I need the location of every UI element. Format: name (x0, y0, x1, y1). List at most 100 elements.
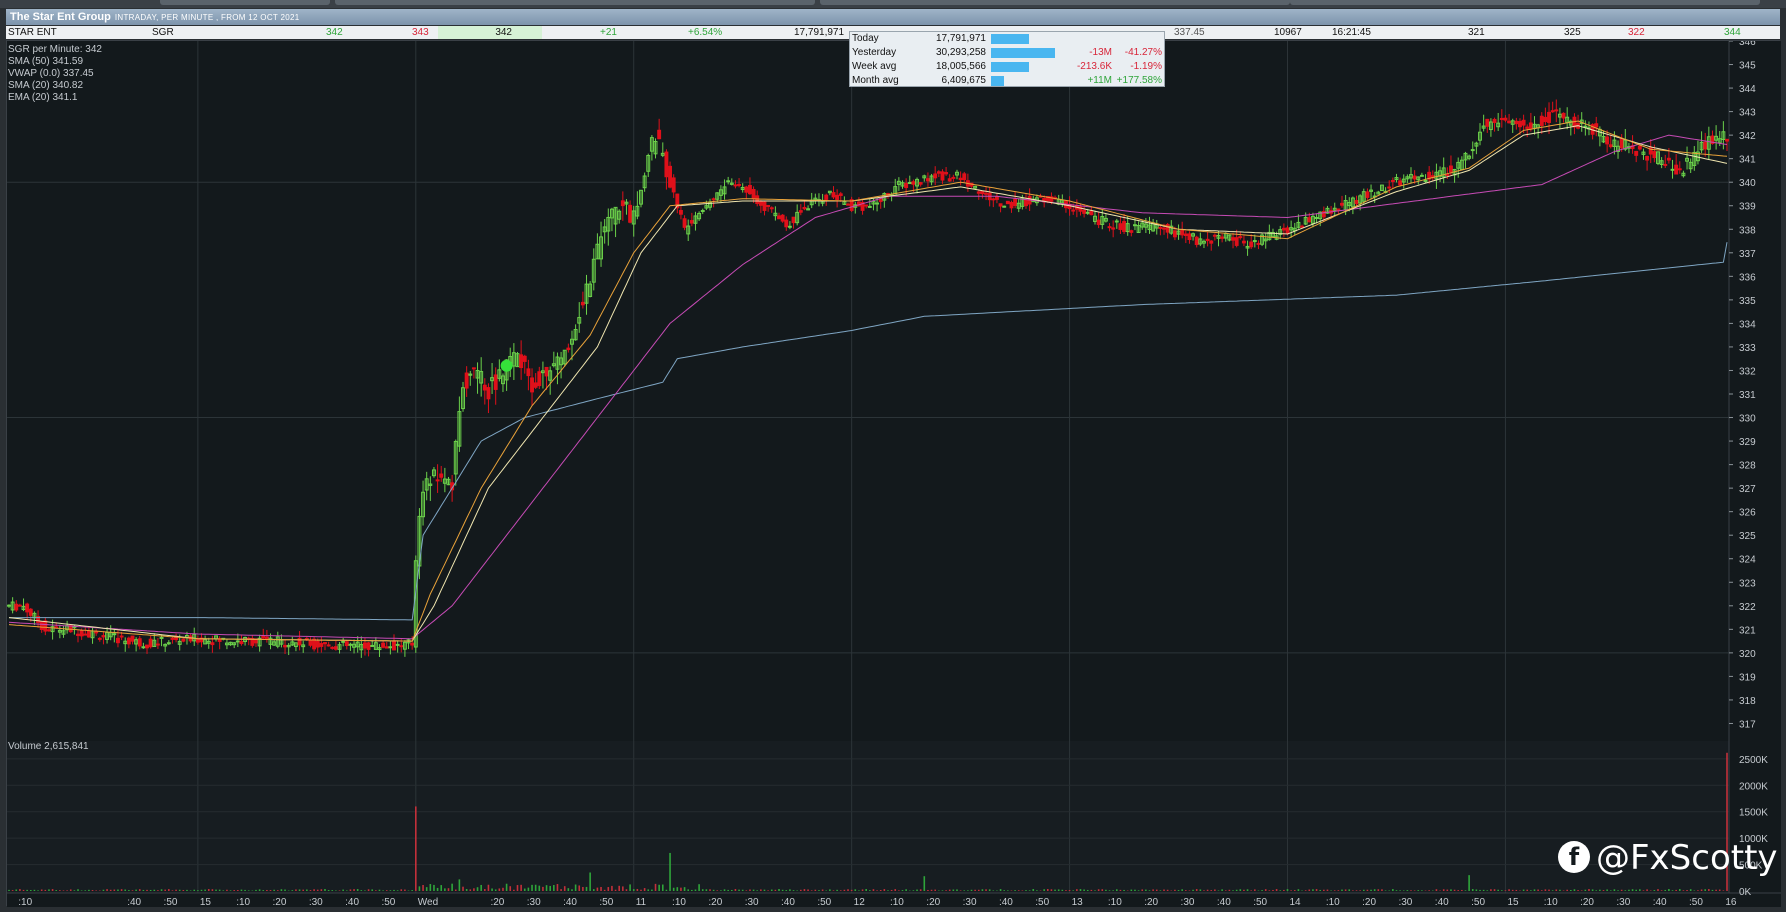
candle-body (97, 637, 102, 640)
volume-bar (1323, 889, 1325, 891)
volume-bar (1043, 889, 1045, 891)
quote-high: 325 (1564, 27, 1581, 38)
volume-bar (1279, 890, 1282, 891)
volume-bar (1497, 889, 1499, 891)
window-title-bar[interactable]: The Star Ent Group INTRADAY, PER MINUTE ,… (6, 9, 1780, 25)
volume-bar (858, 890, 860, 891)
volume-bar (1290, 890, 1292, 891)
volume-bar (494, 889, 497, 891)
candle-body (798, 210, 803, 213)
window-title: The Star Ent Group (10, 11, 111, 23)
volume-bar (1599, 889, 1601, 891)
volume-bar (538, 885, 541, 891)
candle-body (1663, 163, 1668, 166)
volume-bar (556, 884, 559, 891)
chart-panel[interactable]: 317 318 319 320 321 322 323 324 325 326 327 328 329 3… (6, 40, 1781, 907)
volume-bar (916, 889, 918, 891)
candle-body (1009, 201, 1014, 209)
volume-bar (418, 886, 421, 891)
time-tick-label: :30 (963, 897, 977, 907)
volume-bar (1119, 889, 1122, 891)
volume-bar (694, 889, 697, 891)
candle-body (1285, 227, 1290, 235)
candle-body (1071, 209, 1076, 212)
candle-body (1158, 226, 1163, 229)
volume-bar (491, 888, 493, 891)
volume-bar (1239, 889, 1242, 891)
volume-bar (676, 887, 679, 891)
volume-bar (1540, 890, 1543, 891)
volume-bar (1446, 889, 1449, 891)
volume-bar (592, 889, 595, 891)
volume-bar (1221, 889, 1223, 891)
time-tick-label: :50 (164, 897, 178, 907)
window-tab[interactable] (160, 0, 330, 5)
candle-body (947, 178, 952, 182)
volume-bar (534, 884, 537, 891)
candle-body (918, 182, 923, 185)
time-tick-label: :40 (345, 897, 359, 907)
volume-tick-label: 2000K (1739, 781, 1768, 792)
volume-bar (879, 889, 882, 891)
volume-bar (865, 888, 867, 891)
volume-bar (1359, 890, 1361, 891)
window-tab[interactable] (820, 0, 1290, 5)
volume-bar (589, 872, 591, 891)
price-volume-chart[interactable]: 317 318 319 320 321 322 323 324 325 326 327 328 329 3… (7, 41, 1781, 907)
volume-bar (1108, 890, 1111, 891)
volume-bar (527, 887, 530, 891)
volume-bar (1628, 889, 1630, 891)
volume-bar (810, 890, 813, 891)
volume-bar (1384, 890, 1387, 891)
volume-bar (197, 890, 199, 891)
window-tab[interactable] (335, 0, 815, 5)
volume-row-value: 18,005,566 (935, 61, 986, 72)
volume-bar (1508, 889, 1510, 891)
volume-row-pct: +177.58% (1116, 75, 1162, 86)
volume-bar (545, 885, 548, 891)
volume-bar (1533, 889, 1536, 891)
volume-bar (1333, 890, 1336, 891)
volume-bar (912, 890, 915, 891)
candle-body (1013, 198, 1018, 206)
volume-bar (883, 889, 886, 891)
candle-body (1085, 211, 1090, 214)
candle-body (838, 193, 843, 196)
volume-bar (1671, 890, 1674, 891)
volume-bar (222, 890, 225, 891)
legend-sma20: SMA (20) 340.82 (8, 80, 84, 91)
candle-body (944, 172, 949, 175)
volume-bar (1660, 890, 1663, 891)
volume-bar (15, 889, 18, 891)
volume-bar (574, 884, 577, 891)
candle-body (1419, 174, 1424, 177)
volume-bar (95, 890, 97, 891)
window-tab[interactable] (1290, 0, 1760, 5)
candle-body (1634, 150, 1639, 156)
candle-body (1445, 174, 1450, 177)
price-tick-label: 320 (1739, 649, 1756, 660)
candle-body (878, 198, 883, 203)
volume-bar (273, 889, 275, 891)
candle-body (1107, 226, 1112, 229)
candle-body (1238, 236, 1243, 239)
volume-bar (705, 889, 708, 891)
volume-row-value: 17,791,971 (935, 33, 986, 44)
candle-body (544, 366, 549, 377)
candle-body (537, 371, 542, 387)
volume-bar (952, 889, 955, 891)
volume-bar (33, 889, 36, 891)
volume-bar (985, 889, 987, 891)
volume-tick-label: 1500K (1739, 808, 1768, 819)
candle-body (1089, 210, 1094, 216)
volume-row: Month avg 6,409,675 +11M +177.58% (850, 74, 1164, 88)
volume-bar (774, 889, 777, 891)
candle-body (410, 642, 415, 646)
volume-bar (291, 890, 294, 891)
candle-body (867, 205, 872, 208)
legend-vwap: VWAP (0.0) 337.45 (8, 68, 94, 79)
quote-low: 322 (1628, 27, 1645, 38)
candle-body (1118, 223, 1123, 230)
time-tick-label: :30 (309, 897, 323, 907)
volume-bar (967, 890, 969, 891)
